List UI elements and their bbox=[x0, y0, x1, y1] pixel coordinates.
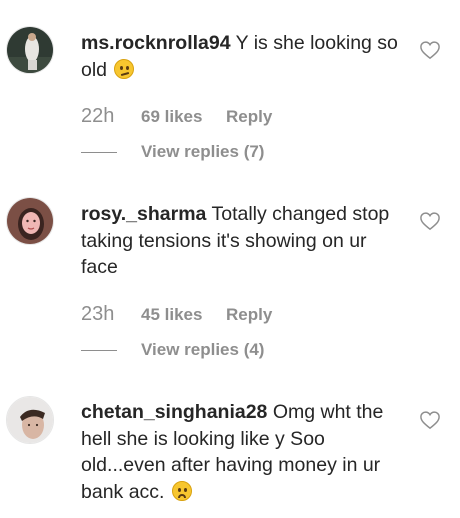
comment-body: rosy._sharma Totally changed stop taking… bbox=[81, 201, 401, 281]
comment-body: chetan_singhania28 Omg wht the hell she … bbox=[81, 399, 401, 505]
comment-time: 23h bbox=[81, 303, 115, 325]
comment-body: ms.rocknrolla94 Y is she looking so old bbox=[81, 30, 401, 83]
comment-likes[interactable]: 69 likes bbox=[141, 107, 226, 127]
heart-icon[interactable] bbox=[419, 40, 441, 60]
comment-username[interactable]: rosy._sharma bbox=[81, 203, 206, 225]
replies-divider bbox=[81, 151, 117, 153]
heart-icon[interactable] bbox=[419, 410, 441, 430]
replies-divider bbox=[81, 349, 117, 351]
comment-username[interactable]: ms.rocknrolla94 bbox=[81, 32, 231, 54]
view-replies-button[interactable]: View replies (7) bbox=[81, 142, 264, 162]
view-replies-button[interactable]: View replies (4) bbox=[81, 340, 264, 360]
thinking-face-emoji bbox=[114, 58, 135, 79]
avatar[interactable] bbox=[6, 26, 54, 74]
reply-button[interactable]: Reply bbox=[226, 107, 272, 127]
reply-button[interactable]: Reply bbox=[226, 305, 272, 325]
avatar[interactable] bbox=[6, 197, 54, 245]
comments-list: ms.rocknrolla94 Y is she looking so old … bbox=[0, 0, 460, 518]
comment-meta: 23h 45 likes Reply bbox=[81, 303, 272, 326]
comment-meta: 22h 69 likes Reply bbox=[81, 105, 272, 128]
comment-username[interactable]: chetan_singhania28 bbox=[81, 401, 267, 423]
view-replies-label: View replies (7) bbox=[141, 142, 265, 161]
view-replies-label: View replies (4) bbox=[141, 340, 265, 359]
comment-time: 22h bbox=[81, 105, 115, 127]
frowning-face-emoji bbox=[171, 480, 192, 501]
avatar[interactable] bbox=[6, 396, 54, 444]
comment-likes[interactable]: 45 likes bbox=[141, 305, 226, 325]
heart-icon[interactable] bbox=[419, 211, 441, 231]
